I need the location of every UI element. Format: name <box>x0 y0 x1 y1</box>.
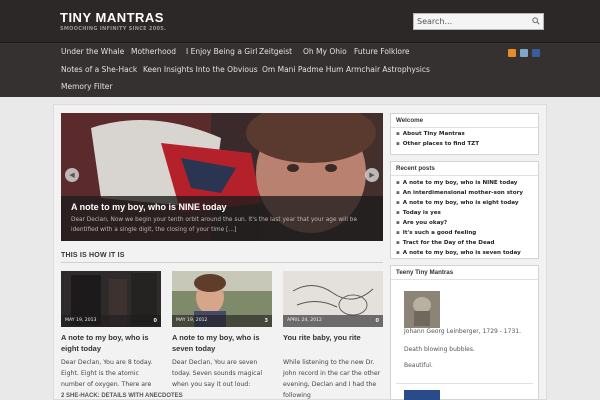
teeny-tiny-mantras-widget: Teeny Tiny Mantras Johann Georg Leinberg… <box>390 265 539 400</box>
post-date: MAY 19, 2012 <box>176 318 208 323</box>
recent-post-link[interactable]: Are you okay? <box>396 220 447 226</box>
post-thumbnail[interactable]: MAY 19, 2013 0 <box>61 271 161 327</box>
widget-title: Recent posts <box>396 165 435 172</box>
site-title[interactable]: TINY MANTRAS <box>60 10 164 25</box>
nav-item-memory-filter[interactable]: Memory Filter <box>61 82 112 91</box>
widget-link[interactable]: About Tiny Mantras <box>396 131 465 137</box>
widget-divider <box>391 279 538 280</box>
site-header: TINY MANTRAS SMOOCHING INFINITY SINCE 20… <box>0 0 600 97</box>
sculpture-photo[interactable] <box>404 291 440 328</box>
recent-post-link[interactable]: A note to my boy, who is seven today <box>396 250 521 256</box>
widget-divider <box>391 127 538 128</box>
slider-title[interactable]: A note to my boy, who is NINE today <box>71 202 227 212</box>
widget-divider <box>396 383 533 384</box>
search-input[interactable] <box>417 14 527 29</box>
recent-post-link[interactable]: A note to my boy, who is eight today <box>396 200 519 206</box>
nav-item-armchair-astrophysics[interactable]: Armchair Astrophysics <box>346 65 430 74</box>
nav-item-motherhood[interactable]: Motherhood <box>131 47 176 56</box>
rss-icon[interactable] <box>508 49 516 57</box>
post-excerpt: While listening to the new Dr. John reco… <box>283 359 381 399</box>
search-icon[interactable] <box>532 17 540 25</box>
widget-title: Teeny Tiny Mantras <box>396 269 454 276</box>
chevron-left-icon[interactable]: ◀ <box>65 168 79 182</box>
nav-item-zeitgeist[interactable]: Zeitgeist <box>259 47 292 56</box>
twitter-icon[interactable] <box>520 49 528 57</box>
slider-caption: A note to my boy, who is NINE today Dear… <box>61 196 383 241</box>
widget-link[interactable]: Other places to find TZT <box>396 141 479 147</box>
section-heading: THIS IS HOW IT IS <box>61 252 125 259</box>
recent-post-link[interactable]: Tract for the Day of the Dead <box>396 240 495 246</box>
widget-text: Death blowing bubbles. <box>404 346 475 353</box>
next-thumbnail[interactable] <box>404 390 440 400</box>
search-box <box>413 13 544 30</box>
recent-post-link[interactable]: It's such a good feeling <box>396 230 477 236</box>
recent-post-link[interactable]: A note to my boy, who is NINE today <box>396 180 518 186</box>
nav-item-om-mani-padme-hum[interactable]: Om Mani Padme Hum <box>262 65 343 74</box>
post-card: APRIL 24, 2012 0 You rite baby, you rite… <box>283 271 383 400</box>
nav-item-notes-of-a-she-hack[interactable]: Notes of a She-Hack <box>61 65 137 74</box>
widget-text: Beautiful. <box>404 362 433 369</box>
recent-post-link[interactable]: Today is yes <box>396 210 441 216</box>
featured-slider[interactable]: ◀ ▶ A note to my boy, who is NINE today … <box>61 113 383 241</box>
post-title[interactable]: A note to my boy, who is eight today <box>61 332 161 354</box>
widget-caption: Johann Georg Leinberger, 1729 - 1731. <box>404 328 521 335</box>
post-date: MAY 19, 2013 <box>65 318 97 323</box>
nav-item-keen-insights[interactable]: Keen Insights Into the Obvious <box>143 65 258 74</box>
nav-item-oh-my-ohio[interactable]: Oh My Ohio <box>303 47 347 56</box>
nav-item-i-enjoy-being-a-girl[interactable]: I Enjoy Being a Girl <box>186 47 257 56</box>
next-section-heading: 2 SHE-HACK: DETAILS WITH ANECDOTES <box>61 393 183 399</box>
nav-item-future-folklore[interactable]: Future Folklore <box>354 47 410 56</box>
nav-item-under-the-whale[interactable]: Under the Whale <box>61 47 124 56</box>
post-title[interactable]: You rite baby, you rite <box>283 332 383 343</box>
brand-bar: TINY MANTRAS SMOOCHING INFINITY SINCE 20… <box>0 0 600 43</box>
comment-count[interactable]: 0 <box>154 318 157 324</box>
recent-posts-widget: Recent posts A note to my boy, who is NI… <box>390 161 539 259</box>
recent-post-link[interactable]: An interdimensional mother-son story <box>396 190 523 196</box>
post-thumbnail[interactable]: MAY 19, 2012 3 <box>172 271 272 327</box>
comment-count[interactable]: 0 <box>376 318 379 324</box>
chevron-right-icon[interactable]: ▶ <box>365 168 379 182</box>
post-thumbnail[interactable]: APRIL 24, 2012 0 <box>283 271 383 327</box>
slider-excerpt: Dear Declan, Now we begin your tenth orb… <box>71 217 358 233</box>
post-excerpt: Dear Declan, You are 8 today. Eight. Eig… <box>61 359 153 388</box>
widget-title: Welcome <box>396 117 424 124</box>
section-divider <box>61 262 383 263</box>
welcome-widget: Welcome About Tiny Mantras Other places … <box>390 113 539 155</box>
post-title[interactable]: A note to my boy, who is seven today <box>172 332 272 354</box>
comment-count[interactable]: 3 <box>265 318 268 324</box>
post-card: MAY 19, 2013 0 A note to my boy, who is … <box>61 271 161 400</box>
post-card: MAY 19, 2012 3 A note to my boy, who is … <box>172 271 272 400</box>
widget-divider <box>391 175 538 176</box>
post-excerpt: Dear Declan, You are seven today. Seven … <box>172 359 263 388</box>
site-tagline: SMOOCHING INFINITY SINCE 2005. <box>60 26 167 32</box>
post-date: APRIL 24, 2012 <box>287 318 322 323</box>
facebook-icon[interactable] <box>532 49 540 57</box>
